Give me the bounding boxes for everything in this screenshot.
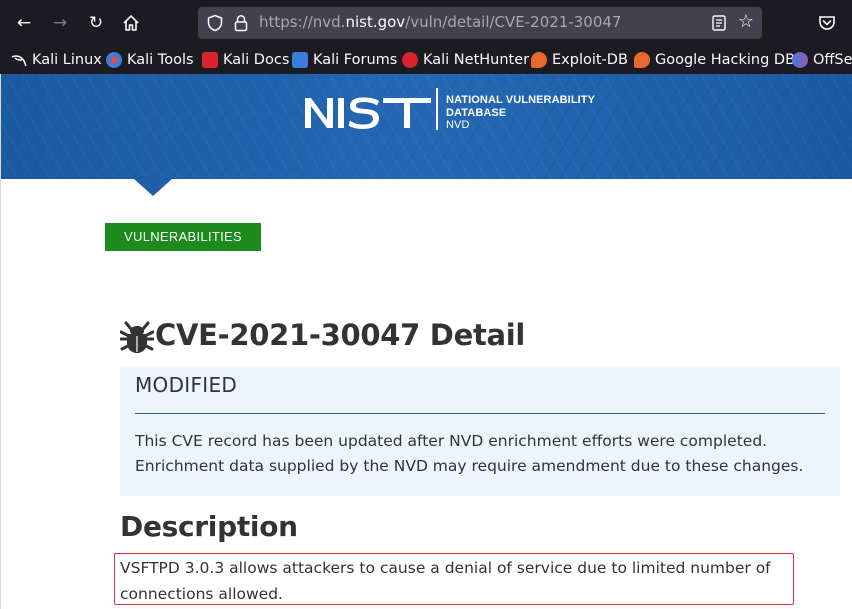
bookmark-label: Exploit-DB — [552, 52, 628, 68]
url-bar[interactable]: https://nvd.nist.gov/vuln/detail/CVE-202… — [198, 7, 762, 39]
modified-notice: MODIFIED This CVE record has been update… — [120, 367, 840, 496]
kali-dragon-icon — [11, 55, 27, 67]
description-text: VSFTPD 3.0.3 allows attackers to cause a… — [120, 559, 771, 603]
kali-forums-icon — [292, 52, 308, 68]
bookmark-offsec[interactable]: OffSec — [792, 50, 852, 70]
modified-label: MODIFIED — [135, 373, 238, 397]
home-icon[interactable] — [119, 11, 143, 35]
modified-divider — [135, 413, 825, 414]
nethunter-icon — [402, 52, 418, 68]
nist-logo[interactable] — [303, 92, 441, 132]
ghdb-icon — [634, 52, 650, 68]
url-text[interactable]: https://nvd.nist.gov/vuln/detail/CVE-202… — [259, 13, 621, 31]
header-caret — [134, 179, 172, 196]
bug-icon — [120, 321, 154, 353]
nvd-line-1: NATIONAL VULNERABILITY — [446, 94, 596, 106]
bookmark-kali-forums[interactable]: Kali Forums — [292, 50, 397, 70]
tracking-shield-icon[interactable] — [206, 14, 224, 32]
forward-icon[interactable]: → — [48, 11, 72, 35]
bookmark-exploit-db[interactable]: Exploit-DB — [531, 50, 628, 70]
bookmark-label: Kali Tools — [127, 52, 194, 68]
exploit-db-icon — [531, 52, 547, 68]
description-heading: Description — [120, 510, 298, 543]
bookmark-label: Kali NetHunter — [423, 52, 530, 68]
browser-toolbar: ← → ↻ https://nvd.nist.gov/vuln/detail/C… — [0, 0, 852, 46]
logo-separator — [436, 88, 438, 130]
bookmark-label: OffSec — [813, 52, 852, 68]
reader-view-icon[interactable] — [710, 14, 728, 32]
reload-icon[interactable]: ↻ — [84, 11, 108, 35]
pocket-icon[interactable] — [817, 13, 837, 33]
page-title: CVE-2021-30047 Detail — [155, 318, 526, 352]
nvd-wordmark[interactable]: NATIONAL VULNERABILITY DATABASE NVD — [446, 94, 595, 132]
back-icon[interactable]: ← — [12, 11, 36, 35]
nist-header: NATIONAL VULNERABILITY DATABASE NVD — [1, 74, 852, 179]
nvd-line-3: NVD — [446, 119, 470, 131]
nvd-line-2: DATABASE — [446, 106, 507, 119]
bookmark-kali-docs[interactable]: Kali Docs — [202, 50, 289, 70]
bookmark-label: Kali Docs — [223, 52, 290, 68]
bookmarks-bar: Kali Linux Kali Tools Kali Docs Kali For… — [0, 46, 852, 74]
url-host: nist.gov — [345, 13, 406, 31]
lock-icon[interactable] — [232, 14, 250, 32]
bookmark-star-icon[interactable]: ☆ — [736, 12, 756, 32]
kali-tools-icon — [106, 52, 122, 68]
offsec-icon — [792, 52, 808, 68]
bookmark-kali-linux[interactable]: Kali Linux — [11, 50, 102, 70]
bookmark-kali-nethunter[interactable]: Kali NetHunter — [402, 50, 529, 70]
bookmark-label: Google Hacking DB — [655, 52, 796, 68]
modified-text: This CVE record has been updated after N… — [135, 432, 804, 475]
kali-docs-icon — [202, 52, 218, 68]
vulnerabilities-nav-button[interactable]: VULNERABILITIES — [105, 223, 261, 251]
bookmark-kali-tools[interactable]: Kali Tools — [106, 50, 194, 70]
bookmark-google-hacking-db[interactable]: Google Hacking DB — [634, 50, 795, 70]
url-prefix: https://nvd. — [259, 13, 346, 31]
url-path: /vuln/detail/CVE-2021-30047 — [405, 13, 622, 31]
bookmark-label: Kali Linux — [32, 52, 102, 68]
bookmark-label: Kali Forums — [313, 52, 398, 68]
